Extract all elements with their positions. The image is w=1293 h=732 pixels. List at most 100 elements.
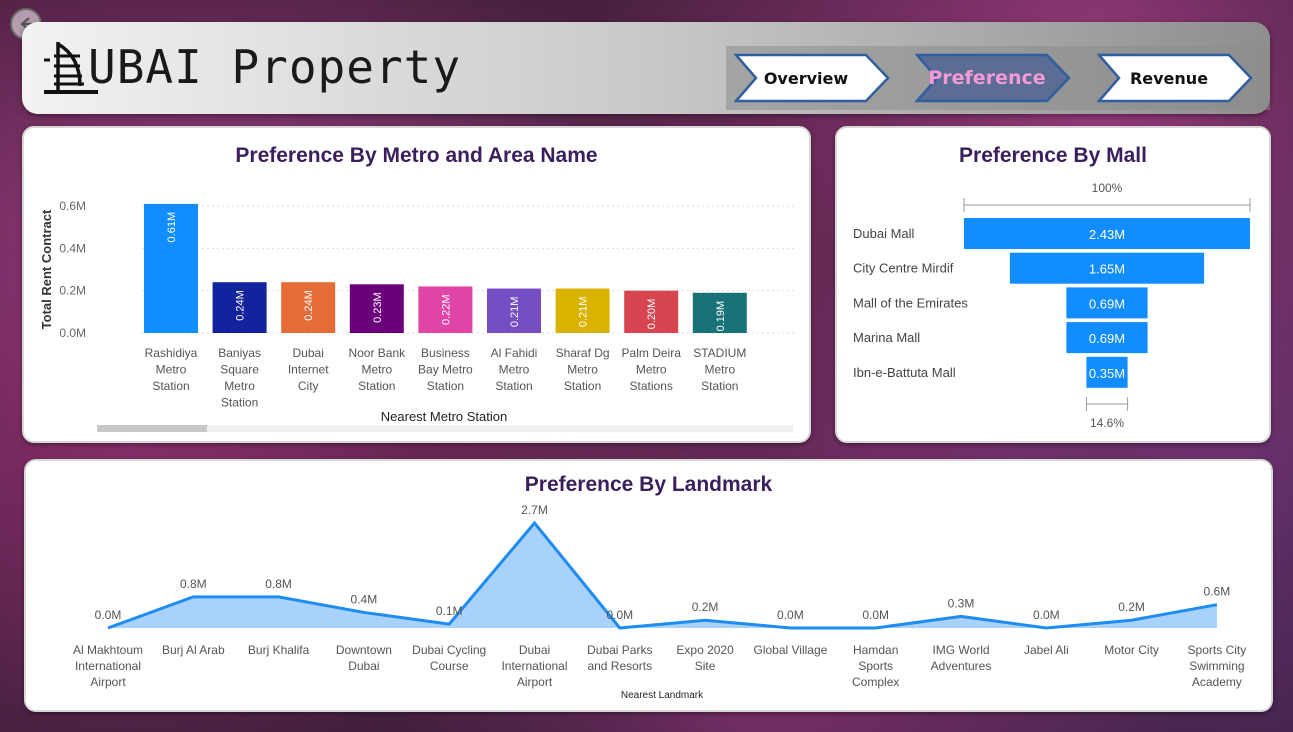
metro-chart-card: Preference By Metro and Area Name 0.0M 0.… (22, 126, 811, 443)
landmark-area-chart: 0.0M Al Makhtoum International Airport 0.8M B… (73, 503, 1247, 701)
funnel-bottom-percent: 14.6% (1090, 416, 1124, 430)
area-data-label: 0.4M (351, 592, 378, 606)
bar-x-tick-label: Metro (224, 379, 255, 393)
area-data-label: 0.0M (606, 608, 633, 622)
area-x-tick-label: Swimming (1189, 659, 1244, 673)
area-data-label: 0.0M (862, 608, 889, 622)
bar-data-label: 0.24M (303, 290, 315, 321)
area-x-tick-label: Course (430, 659, 469, 673)
area-x-tick-label: International (501, 659, 567, 673)
funnel-data-label: 1.65M (1089, 262, 1125, 277)
bar-data-label: 0.19M (715, 301, 727, 332)
bar-y-tick-label: 0.6M (59, 199, 86, 213)
area-data-label: 0.2M (1118, 600, 1145, 614)
area-data-label: 0.1M (436, 604, 463, 618)
nav-overview-button[interactable]: Overview (734, 53, 890, 103)
area-data-label: 0.8M (180, 577, 207, 591)
funnel-data-label: 2.43M (1089, 227, 1125, 242)
bar-x-tick-label: Metro (499, 363, 530, 377)
horizontal-scrollbar-thumb[interactable] (97, 425, 207, 432)
bar-x-tick-label: Station (495, 379, 532, 393)
bar-x-tick-label: STADIUM (693, 346, 746, 360)
area-x-tick-label: IMG World (932, 643, 989, 657)
bar-x-tick-label: Noor Bank (348, 346, 406, 360)
bar-x-tick-label: City (298, 379, 319, 393)
bar-y-tick-label: 0.2M (59, 284, 86, 298)
area-x-axis-label: Nearest Landmark (621, 690, 704, 701)
header-banner: UBAI Property Overview Preference Revenu… (22, 22, 1270, 114)
bar-x-tick-label: Business (421, 346, 470, 360)
bar-x-tick-label: Station (221, 396, 258, 410)
funnel-top-percent: 100% (1092, 181, 1123, 195)
funnel-data-label: 0.35M (1089, 366, 1125, 381)
bar-data-label: 0.20M (646, 299, 658, 330)
area-x-tick-label: Dubai Cycling (412, 643, 486, 657)
nav-revenue-button[interactable]: Revenue (1097, 53, 1253, 103)
bar-x-tick-label: Palm Deira (622, 346, 682, 360)
funnel-data-label: 0.69M (1089, 296, 1125, 311)
area-x-tick-label: Motor City (1104, 643, 1159, 657)
area-x-tick-label: Academy (1192, 675, 1242, 689)
bar-x-tick-label: Metro (156, 363, 187, 377)
mall-chart-card: Preference By Mall 100% 2.43M Dubai Mall 1.… (835, 126, 1271, 443)
bar-x-tick-label: Internet (288, 363, 329, 377)
funnel-data-label: 0.69M (1089, 331, 1125, 346)
area-x-tick-label: and Resorts (587, 659, 652, 673)
bar-x-tick-label: Station (564, 379, 601, 393)
bar-x-tick-label: Metro (636, 363, 667, 377)
area-x-tick-label: Dubai Parks (587, 643, 652, 657)
area-x-tick-label: Site (695, 659, 716, 673)
bar-x-tick-label: Rashidiya (145, 346, 198, 360)
area-data-label: 0.2M (692, 600, 719, 614)
nav-preference-label: Preference (928, 67, 1046, 89)
area-x-tick-label: Al Makhtoum (73, 643, 143, 657)
area-x-tick-label: Sports (858, 659, 893, 673)
area-x-tick-label: Expo 2020 (676, 643, 734, 657)
area-x-tick-label: Sports City (1188, 643, 1247, 657)
bar-data-label: 0.23M (372, 292, 384, 323)
area-data-label: 0.3M (948, 596, 975, 610)
area-data-label: 0.8M (265, 577, 292, 591)
metro-bar-chart: 0.0M 0.2M 0.4M 0.6M Total Rent Contract 0.61M… (39, 199, 794, 432)
funnel-category-label: Dubai Mall (853, 226, 915, 241)
area-x-tick-label: Airport (90, 675, 126, 689)
bar-data-label: 0.21M (509, 297, 521, 328)
landmark-chart-card: Preference By Landmark 0.0M Al Makhtoum In… (24, 459, 1273, 712)
area-x-tick-label: Complex (852, 675, 899, 689)
bar-data-label: 0.24M (235, 290, 247, 321)
area-x-tick-label: Dubai (348, 659, 379, 673)
bar-x-tick-label: Station (701, 379, 738, 393)
funnel-category-label: Ibn-e-Battuta Mall (853, 365, 956, 380)
bar-x-tick-label: Station (427, 379, 464, 393)
bar-x-tick-label: Bay Metro (418, 363, 473, 377)
area-x-tick-label: Adventures (931, 659, 992, 673)
bar-x-tick-label: Metro (361, 363, 392, 377)
funnel-category-label: Mall of the Emirates (853, 295, 968, 310)
mall-funnel-chart: 100% 2.43M Dubai Mall 1.65M City Centre Mird… (853, 181, 1251, 430)
area-x-tick-label: Downtown (336, 643, 392, 657)
bar-x-tick-label: Station (358, 379, 395, 393)
bar-x-axis-label: Nearest Metro Station (381, 409, 507, 424)
page-title: UBAI Property (88, 40, 462, 94)
area-data-label: 0.0M (1033, 608, 1060, 622)
bar-x-tick-label: Metro (567, 363, 598, 377)
area-data-label: 2.7M (521, 503, 548, 517)
area-x-tick-label: Burj Khalifa (248, 643, 310, 657)
area-x-tick-label: Jabel Ali (1024, 643, 1069, 657)
bar-x-tick-label: Metro (704, 363, 735, 377)
area-x-tick-label: Burj Al Arab (162, 643, 225, 657)
nav-preference-button[interactable]: Preference (915, 53, 1071, 103)
funnel-category-label: Marina Mall (853, 330, 920, 345)
bar-x-tick-label: Al Fahidi (491, 346, 538, 360)
bar-x-tick-label: Baniyas (218, 346, 261, 360)
bar-y-axis-label: Total Rent Contract (39, 209, 54, 329)
area-data-label: 0.0M (777, 608, 804, 622)
bar-data-label: 0.22M (440, 294, 452, 325)
nav-strip: Overview Preference Revenue (726, 46, 1270, 110)
bar-data-label: 0.61M (166, 212, 178, 243)
area-x-tick-label: Global Village (753, 643, 827, 657)
area-x-tick-label: International (75, 659, 141, 673)
bar-x-tick-label: Square (220, 363, 259, 377)
bar-data-label: 0.21M (578, 297, 590, 328)
bar-x-tick-label: Sharaf Dg (556, 346, 610, 360)
